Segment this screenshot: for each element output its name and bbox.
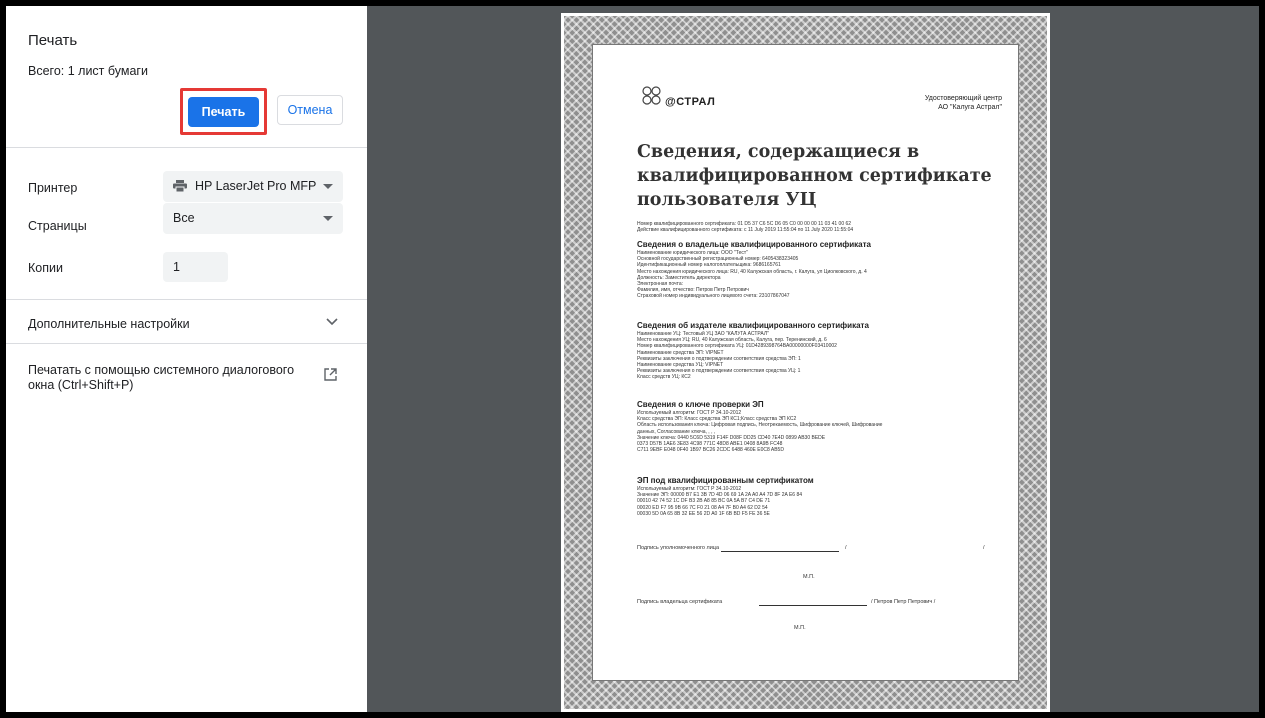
signature-heading: ЭП под квалифицированным сертификатом [637, 476, 814, 485]
divider [6, 299, 367, 300]
print-dialog: Печать Всего: 1 лист бумаги Печать Отмен… [6, 6, 1259, 712]
astral-logo-icon [642, 86, 661, 105]
divider [6, 147, 367, 148]
certificate-line: Класс средств УЦ: КС2 [637, 374, 691, 381]
open-external-icon[interactable] [324, 368, 337, 381]
authorized-signature-label: Подпись уполномоченного лица [637, 545, 720, 551]
copies-label: Копии [28, 261, 63, 275]
issuer-details: Наименование УЦ: Тестовый УЦ ЗАО "КАЛУГА… [637, 331, 1007, 381]
chevron-down-icon [323, 184, 333, 189]
chevron-down-icon[interactable] [326, 318, 338, 326]
divider [6, 343, 367, 344]
certificate-line: 00030 5D 0A 65 8B 32 EE 56 2D A0 1F 6B B… [637, 510, 770, 517]
slash: / [983, 545, 985, 551]
sheet-count: Всего: 1 лист бумаги [28, 64, 148, 78]
print-button[interactable]: Печать [188, 97, 259, 127]
settings-panel: Печать Всего: 1 лист бумаги Печать Отмен… [6, 6, 367, 712]
ca-line: АО "Калуга Астрал" [938, 104, 1002, 111]
slash: / [845, 545, 847, 551]
seal-label: М.П. [803, 574, 815, 580]
document-title: Сведения, содержащиеся в квалифицированн… [637, 142, 992, 210]
dialog-title: Печать [28, 32, 78, 49]
key-details: Используемый алгоритм: ГОСТ Р 34.10-2012… [637, 410, 1007, 453]
certificate-line: C711 9EBF E048 0F40 1B97 BC26 2CDC 6488 … [637, 447, 784, 454]
print-button-highlight: Печать [180, 88, 267, 135]
printer-icon [173, 180, 187, 192]
cert-validity: Действие квалифицированного сертификата:… [637, 227, 854, 233]
owner-signature-label: Подпись владельца сертификата [637, 599, 723, 605]
logo-text: @СТРАЛ [665, 96, 716, 108]
system-dialog-link[interactable]: Печатать с помощью системного диалоговог… [28, 363, 298, 393]
issuer-heading: Сведения об издателе квалифицированного … [637, 321, 869, 330]
printer-value: HP LaserJet Pro MFP [195, 179, 317, 193]
preview-page: @СТРАЛ Удостоверяющий центр АО "Калуга А… [561, 13, 1050, 712]
key-heading: Сведения о ключе проверки ЭП [637, 400, 764, 409]
advanced-settings-toggle[interactable]: Дополнительные настройки [28, 317, 190, 331]
chevron-down-icon [323, 216, 333, 221]
certificate-line: Страховой номер индивидуального лицевого… [637, 293, 790, 300]
certificate-body: @СТРАЛ Удостоверяющий центр АО "Калуга А… [592, 44, 1019, 681]
pages-value: Все [173, 211, 195, 225]
owner-heading: Сведения о владельце квалифицированного … [637, 240, 871, 249]
copies-input[interactable]: 1 [163, 252, 228, 282]
copies-value: 1 [173, 260, 180, 274]
seal-label: М.П. [794, 625, 806, 631]
pages-select[interactable]: Все [163, 203, 343, 234]
signature-line [721, 551, 839, 552]
signature-details: Используемый алгоритм: ГОСТ Р 34.10-2012… [637, 486, 1007, 517]
cancel-button[interactable]: Отмена [277, 95, 343, 125]
ca-name: Удостоверяющий центр АО "Калуга Астрал" [925, 94, 1002, 112]
ca-line: Удостоверяющий центр [924, 95, 1002, 102]
pages-label: Страницы [28, 219, 87, 233]
owner-details: Наименование юридического лица: ООО "Тес… [637, 250, 1007, 300]
certificate-border: @СТРАЛ Удостоверяющий центр АО "Калуга А… [564, 16, 1047, 709]
signature-line [759, 605, 867, 606]
owner-name: / Петров Петр Петрович / [871, 599, 936, 605]
printer-label: Принтер [28, 181, 78, 195]
printer-select[interactable]: HP LaserJet Pro MFP [163, 171, 343, 202]
